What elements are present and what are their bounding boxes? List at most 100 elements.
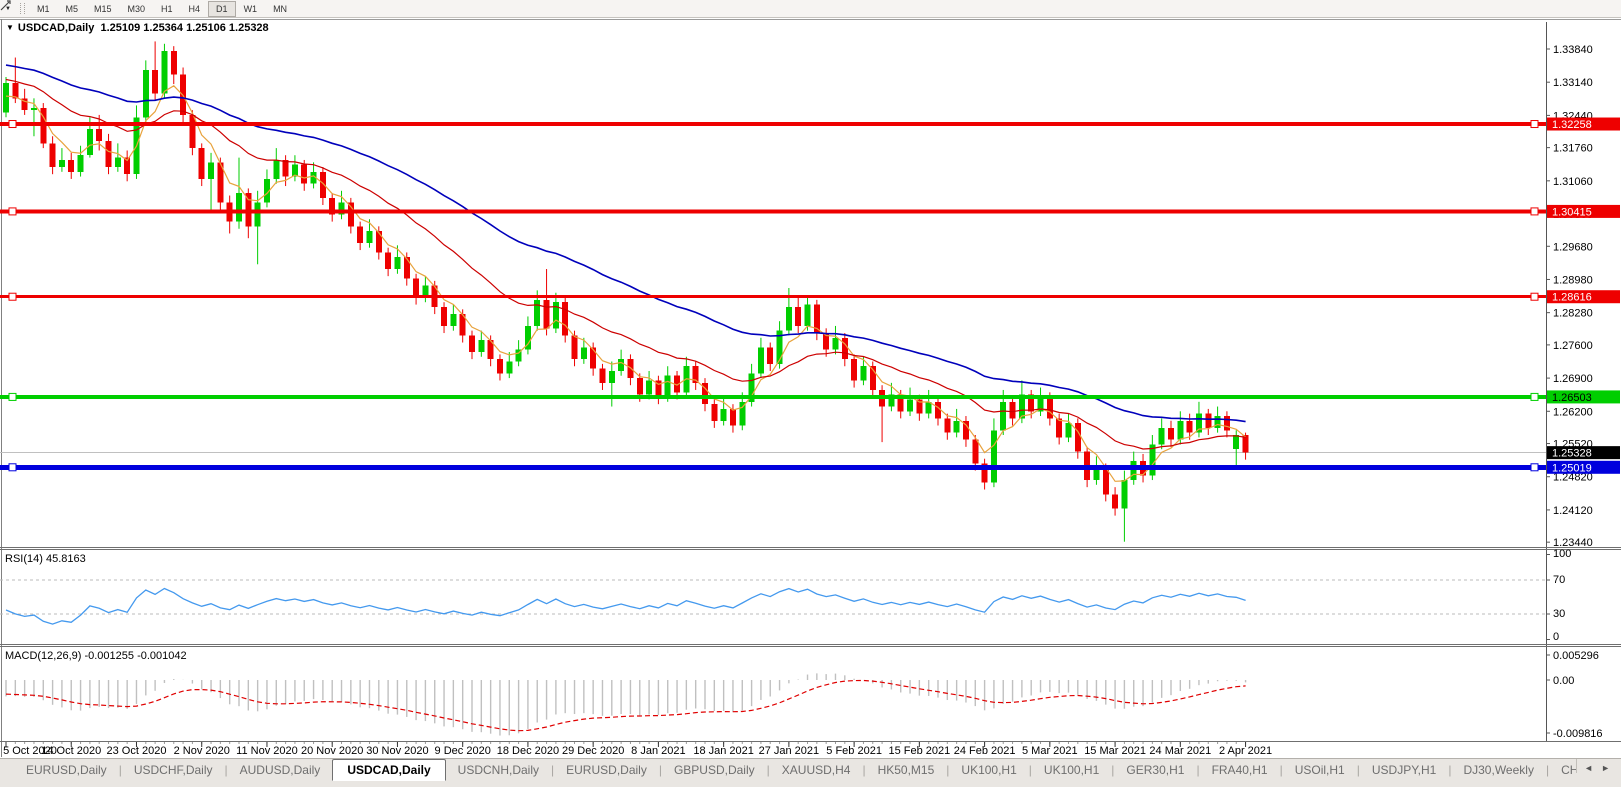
hline-handle[interactable]: [1530, 120, 1539, 129]
candle-body: [105, 140, 112, 168]
candle-body: [841, 337, 848, 360]
tab-gbpusd-daily[interactable]: GBPUSD,Daily: [662, 760, 767, 780]
tab-usoil-h1[interactable]: USOil,H1: [1283, 760, 1357, 780]
candle-up: [776, 321, 783, 369]
tab-eurusd-daily[interactable]: EURUSD,Daily: [554, 760, 659, 780]
candle-down: [385, 247, 392, 277]
candle-up: [114, 143, 121, 172]
toolbar-grip[interactable]: [19, 3, 25, 14]
timeframe-button-H4[interactable]: H4: [181, 1, 209, 17]
candle-body: [804, 304, 811, 326]
date-axis[interactable]: 5 Oct 202014 Oct 2020 23 Oct 2020 2 Nov 20…: [3, 742, 1272, 757]
candle-body: [3, 83, 9, 113]
candle-body: [1093, 468, 1100, 481]
hline-price-label: 1.28616: [1552, 292, 1592, 304]
candle-up: [208, 152, 215, 213]
candle-up: [925, 389, 932, 419]
candle-down: [496, 354, 503, 381]
macd-axis-label: 0.005296: [1553, 650, 1599, 662]
tabs-scroll-left-icon[interactable]: ◄: [1581, 763, 1596, 773]
candle-up: [832, 325, 839, 355]
tab-dj30-weekly[interactable]: DJ30,Weekly: [1451, 760, 1545, 780]
tab-china300-h1[interactable]: CHINA300,H1: [1549, 760, 1576, 780]
tab-xauusd-h4[interactable]: XAUUSD,H4: [770, 760, 863, 780]
candle-down: [962, 416, 969, 447]
hline-handle[interactable]: [1530, 463, 1539, 472]
tab-usdcad-daily[interactable]: USDCAD,Daily: [332, 759, 446, 781]
candle-body: [152, 69, 159, 94]
tab-fra40-h1[interactable]: FRA40,H1: [1200, 760, 1280, 780]
hline-handle[interactable]: [8, 292, 17, 301]
candle-up: [748, 363, 755, 407]
hline-handle[interactable]: [1530, 207, 1539, 216]
candle-down: [1168, 420, 1174, 447]
hline-handle[interactable]: [1530, 392, 1539, 401]
candle-body: [77, 155, 84, 172]
date-label: 9 Dec 2020: [435, 745, 491, 757]
candle-body: [543, 299, 550, 329]
candle-body: [795, 306, 802, 326]
hline-handle[interactable]: [8, 392, 17, 401]
price-tick-label: 1.27600: [1553, 340, 1593, 352]
candle-body: [236, 193, 242, 222]
timeframe-button-M5[interactable]: M5: [57, 1, 86, 17]
timeframe-button-MN[interactable]: MN: [265, 1, 295, 17]
candle-down: [198, 143, 205, 187]
candle-down: [692, 361, 699, 390]
candle-body: [1158, 427, 1165, 445]
candle-up: [757, 337, 764, 379]
candle-up: [291, 155, 298, 182]
candle-down: [543, 269, 550, 336]
macd-axis-label: 0.00: [1553, 675, 1574, 687]
hline-handle[interactable]: [8, 207, 17, 216]
hline-handle[interactable]: [8, 120, 17, 129]
candle-down: [1112, 487, 1119, 516]
price-tick-label: 1.31760: [1553, 143, 1593, 155]
candle-body: [394, 257, 401, 270]
candle-down: [105, 133, 112, 175]
candle-up: [422, 276, 429, 303]
chart-title: ▼ USDCAD,Daily 1.25109 1.25364 1.25106 1.…: [6, 22, 269, 34]
candle-body: [1242, 434, 1249, 453]
date-label: 27 Jan 2021: [759, 745, 820, 757]
tab-audusd-daily[interactable]: AUDUSD,Daily: [228, 760, 333, 780]
candle-body: [114, 157, 121, 168]
candle-body: [618, 359, 625, 371]
candle-up: [1065, 413, 1072, 443]
candle-down: [226, 195, 233, 234]
price-chart[interactable]: 1.338401.331401.324401.317601.310601.303…: [0, 0, 1621, 786]
tab-ger30-h1[interactable]: GER30,H1: [1114, 760, 1196, 780]
tab-hk50-m15[interactable]: HK50,M15: [866, 760, 947, 780]
tab-uk100-h1[interactable]: UK100,H1: [949, 760, 1028, 780]
hline-handle[interactable]: [8, 463, 17, 472]
tab-usdchf-daily[interactable]: USDCHF,Daily: [122, 760, 225, 780]
candle-up: [608, 361, 615, 407]
tab-usdjpy-h1[interactable]: USDJPY,H1: [1360, 760, 1448, 780]
timeframe-button-W1[interactable]: W1: [236, 1, 266, 17]
tab-usdcnh-daily[interactable]: USDCNH,Daily: [446, 760, 551, 780]
tab-eurusd-daily[interactable]: EURUSD,Daily: [14, 760, 119, 780]
timeframe-button-M30[interactable]: M30: [120, 1, 154, 17]
timeframe-button-M1[interactable]: M1: [29, 1, 58, 17]
date-label: 24 Mar 2021: [1149, 745, 1211, 757]
chart-tabs: EURUSD,Daily | USDCHF,Daily | AUDUSD,Daily US…: [0, 759, 1576, 781]
tab-uk100-h1[interactable]: UK100,H1: [1032, 760, 1111, 780]
rsi-axis-label: 0: [1553, 631, 1559, 643]
rsi-axis-label: 30: [1553, 608, 1565, 620]
chart-collapse-icon[interactable]: ▼: [6, 23, 14, 32]
candle-body: [636, 378, 643, 395]
candle-body: [496, 359, 503, 374]
timeframe-button-H1[interactable]: H1: [153, 1, 181, 17]
candle-body: [785, 306, 792, 331]
mt4-window: ▼ M1 M5 M15 M30 H1 H4 D1 W1 MN 1.33840 1.33140 1.3…: [0, 0, 1621, 787]
hline-handle[interactable]: [1530, 292, 1539, 301]
crosshair-tool-button[interactable]: ▼: [0, 0, 16, 16]
tabs-scroll-right-icon[interactable]: ►: [1598, 763, 1613, 773]
timeframe-button-M15[interactable]: M15: [86, 1, 120, 17]
date-label: 20 Nov 2020: [301, 745, 363, 757]
candle-body: [366, 231, 373, 243]
candle-body: [580, 347, 587, 360]
candle-body: [953, 420, 960, 433]
timeframe-button-D1[interactable]: D1: [208, 0, 236, 17]
price-axis[interactable]: 1.338401.331401.324401.317601.310601.303…: [1546, 44, 1620, 740]
